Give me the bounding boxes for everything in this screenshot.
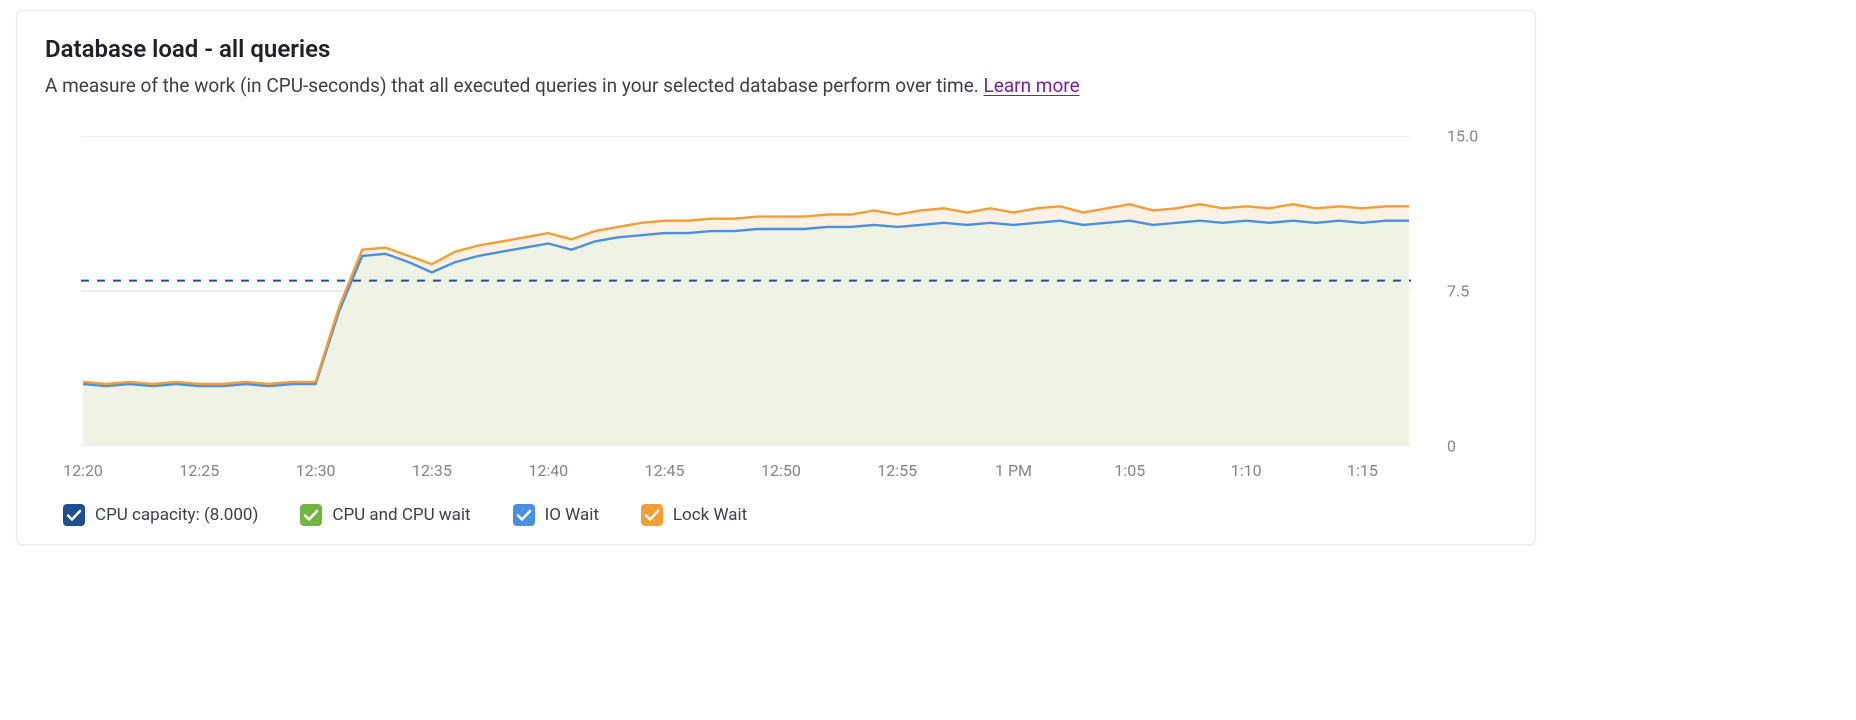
legend-item-lock[interactable]: Lock Wait <box>641 504 747 526</box>
checkbox-icon <box>63 504 85 526</box>
legend-item-cpu[interactable]: CPU and CPU wait <box>300 504 470 526</box>
db-load-card: Database load - all queries A measure of… <box>16 10 1536 545</box>
x-axis: 12:2012:2512:3012:3512:4012:4512:5012:55… <box>81 456 1411 484</box>
x-tick: 12:50 <box>761 461 801 480</box>
legend-label-lock: Lock Wait <box>673 505 747 525</box>
subtitle-text: A measure of the work (in CPU-seconds) t… <box>45 74 979 97</box>
x-tick: 12:20 <box>63 461 103 480</box>
y-axis: 15.0 7.5 0 <box>1417 124 1507 444</box>
chart-area: 15.0 7.5 0 12:20 12:25 12:30 12:35 12:40 12:4… <box>45 124 1507 484</box>
legend-label-capacity: CPU capacity: (8.000) <box>95 505 258 525</box>
x-tick: 12:25 <box>179 461 219 480</box>
chart-plot[interactable] <box>81 136 1411 446</box>
legend-label-io: IO Wait <box>545 505 599 525</box>
x-tick: 1:05 <box>1114 461 1145 480</box>
x-tick: 1:10 <box>1231 461 1262 480</box>
chart-legend: CPU capacity: (8.000) CPU and CPU wait I… <box>45 504 1507 526</box>
legend-item-io[interactable]: IO Wait <box>513 504 599 526</box>
checkbox-icon <box>513 504 535 526</box>
panel-title: Database load - all queries <box>45 35 1507 63</box>
learn-more-link[interactable]: Learn more <box>984 74 1080 97</box>
legend-item-capacity[interactable]: CPU capacity: (8.000) <box>63 504 258 526</box>
y-tick-max: 15.0 <box>1447 126 1507 145</box>
checkbox-icon <box>641 504 663 526</box>
panel-subtitle: A measure of the work (in CPU-seconds) t… <box>45 73 1507 100</box>
x-tick: 12:55 <box>877 461 917 480</box>
y-tick-mid: 7.5 <box>1447 281 1507 300</box>
x-tick: 12:35 <box>412 461 452 480</box>
x-tick: 12:30 <box>296 461 336 480</box>
x-tick: 12:45 <box>645 461 685 480</box>
x-tick: 1 PM <box>995 461 1032 480</box>
x-tick: 12:40 <box>528 461 568 480</box>
legend-label-cpu: CPU and CPU wait <box>332 505 470 525</box>
x-tick: 1:15 <box>1347 461 1378 480</box>
y-tick-min: 0 <box>1447 436 1507 455</box>
checkbox-icon <box>300 504 322 526</box>
